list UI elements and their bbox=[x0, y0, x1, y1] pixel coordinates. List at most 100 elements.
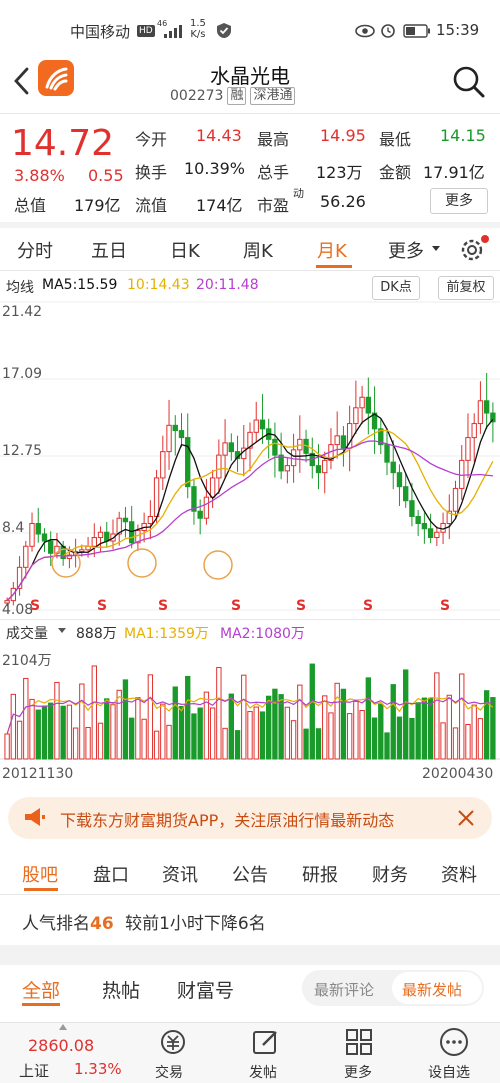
sort-latest-comment[interactable]: 最新评论 bbox=[314, 979, 374, 1000]
candle-body bbox=[222, 442, 228, 456]
ma20-value: 20:11.48 bbox=[196, 277, 259, 293]
volume-bar bbox=[97, 722, 104, 760]
caret-up-icon bbox=[59, 1024, 67, 1030]
eye-icon bbox=[355, 24, 375, 38]
sell-marker: S bbox=[296, 598, 307, 614]
dk-point-button[interactable]: DK点 bbox=[372, 276, 420, 300]
quote-more-button[interactable]: 更多 bbox=[430, 188, 488, 214]
candle-body bbox=[359, 396, 365, 409]
volume-bar bbox=[253, 706, 259, 760]
tab-news[interactable]: 资讯 bbox=[162, 861, 198, 887]
nav-more[interactable]: 更多 bbox=[344, 1062, 372, 1082]
compose-icon[interactable] bbox=[251, 1027, 281, 1057]
volume-bar bbox=[209, 707, 216, 760]
candle-body bbox=[166, 424, 172, 453]
current-price: 14.72 bbox=[11, 123, 115, 164]
volume-bar bbox=[309, 663, 315, 760]
volume-bar bbox=[72, 727, 79, 760]
close-icon[interactable] bbox=[457, 809, 475, 827]
volume-bar bbox=[477, 718, 484, 760]
tab-wealth-account[interactable]: 财富号 bbox=[177, 976, 234, 1003]
volume-bar bbox=[60, 705, 66, 760]
tab-weekly-k[interactable]: 周K bbox=[243, 237, 273, 263]
tab-announcements[interactable]: 公告 bbox=[232, 861, 268, 887]
section-divider bbox=[0, 894, 500, 895]
shield-check-icon bbox=[217, 23, 231, 38]
tab-monthly-k[interactable]: 月K bbox=[317, 237, 347, 263]
volume-bar bbox=[334, 682, 340, 760]
add-watchlist-icon[interactable] bbox=[438, 1026, 470, 1058]
trade-icon[interactable] bbox=[157, 1027, 189, 1057]
volume-bar bbox=[85, 726, 91, 760]
volume-bar bbox=[290, 720, 297, 760]
low-value: 14.15 bbox=[440, 126, 486, 145]
volume-bar bbox=[66, 704, 73, 760]
carrier-name: 中国移动 bbox=[70, 23, 131, 41]
candle-body bbox=[403, 486, 409, 502]
tab-research[interactable]: 研报 bbox=[302, 861, 338, 887]
tab-more-periods[interactable]: 更多 bbox=[388, 237, 424, 263]
volume-bar bbox=[116, 689, 122, 760]
volume-ma1: MA1:1359万 bbox=[124, 626, 209, 642]
tab-all-posts[interactable]: 全部 bbox=[22, 976, 60, 1003]
open-label: 今开 bbox=[135, 130, 168, 149]
candle-body bbox=[122, 517, 129, 523]
index-value[interactable]: 2860.08 bbox=[28, 1036, 94, 1055]
high-value: 14.95 bbox=[320, 126, 366, 145]
settings-gear-icon[interactable] bbox=[458, 234, 490, 264]
candle-body bbox=[353, 407, 359, 425]
candle-body bbox=[216, 454, 222, 479]
volume-value: 123万 bbox=[316, 163, 363, 182]
volume-bar bbox=[315, 728, 322, 760]
tab-forum[interactable]: 股吧 bbox=[22, 861, 58, 887]
clock-time: 15:39 bbox=[436, 21, 480, 39]
candle-body bbox=[172, 424, 178, 432]
volume-bar bbox=[384, 732, 390, 760]
volume-chart[interactable] bbox=[0, 645, 500, 761]
kline-chart[interactable] bbox=[0, 300, 500, 618]
float-label: 流值 bbox=[135, 196, 168, 215]
amount-label: 金额 bbox=[379, 163, 412, 182]
nav-post[interactable]: 发帖 bbox=[249, 1062, 277, 1082]
header-divider bbox=[0, 113, 500, 114]
y-tick-label: 12.75 bbox=[2, 443, 43, 459]
high-label: 最高 bbox=[257, 130, 290, 149]
date-end: 20200430 bbox=[422, 766, 494, 782]
volume-bar bbox=[459, 673, 465, 760]
tabs-divider bbox=[0, 270, 500, 271]
y-tick-label: 4.08 bbox=[2, 602, 34, 618]
volume-bar bbox=[421, 697, 428, 760]
tab-hot-posts[interactable]: 热帖 bbox=[102, 976, 140, 1003]
search-icon[interactable] bbox=[451, 64, 487, 100]
adjust-mode-button[interactable]: 前复权 bbox=[438, 276, 494, 300]
volume-bar bbox=[378, 703, 384, 760]
tab-daily-k[interactable]: 日K bbox=[170, 237, 200, 263]
volume-bar bbox=[141, 718, 147, 760]
volume-ma2: MA2:1080万 bbox=[220, 626, 305, 642]
volume-bar bbox=[91, 665, 97, 760]
pe-label: 市盈 bbox=[257, 196, 290, 215]
candle-body bbox=[97, 531, 104, 539]
tab-financials[interactable]: 财务 bbox=[372, 861, 408, 887]
volume-bar bbox=[440, 722, 446, 760]
volume-bar bbox=[371, 717, 378, 760]
ma-indicator-label[interactable]: 均线 bbox=[6, 277, 34, 297]
sort-latest-post[interactable]: 最新发帖 bbox=[402, 979, 462, 1000]
nav-add-watchlist[interactable]: 设自选 bbox=[428, 1062, 470, 1082]
tab-five-day[interactable]: 五日 bbox=[91, 237, 127, 263]
pe-value: 56.26 bbox=[320, 192, 366, 211]
volume-bar bbox=[228, 693, 234, 760]
candle-body bbox=[153, 477, 160, 517]
y-tick-label: 17.09 bbox=[2, 366, 43, 382]
tab-intraday[interactable]: 分时 bbox=[17, 237, 53, 263]
tab-profile[interactable]: 资料 bbox=[441, 861, 477, 887]
tab-market-depth[interactable]: 盘口 bbox=[93, 861, 129, 887]
banner-text[interactable]: 下载东方财富期货APP，关注原油行情最新动态 bbox=[60, 807, 394, 831]
volume-indicator-label[interactable]: 成交量 bbox=[6, 623, 48, 643]
grid-menu-icon[interactable] bbox=[344, 1027, 374, 1057]
candle-body bbox=[29, 522, 35, 547]
nav-trade[interactable]: 交易 bbox=[155, 1062, 183, 1082]
volume-bar bbox=[465, 723, 471, 760]
candle-body bbox=[421, 522, 428, 530]
volume-bar bbox=[185, 675, 191, 760]
